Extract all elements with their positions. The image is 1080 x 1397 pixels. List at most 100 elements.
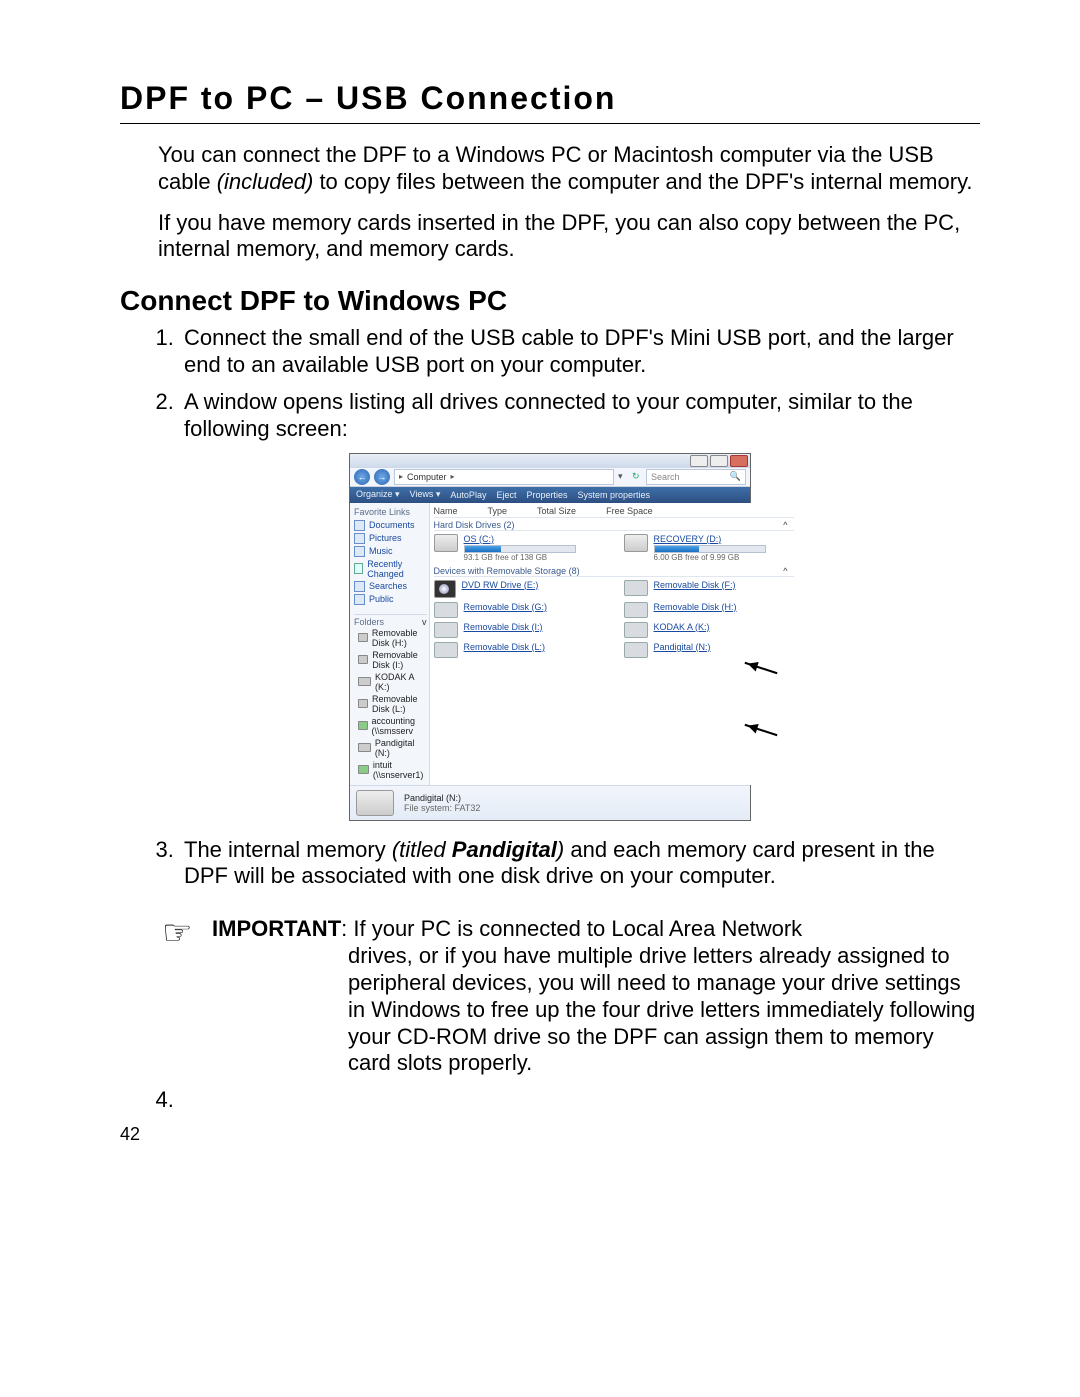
status-bar: Pandigital (N:) File system: FAT32: [350, 785, 750, 820]
folder-item[interactable]: Removable Disk (L:): [354, 694, 427, 714]
drive-os-c[interactable]: OS (C:) 93.1 GB free of 138 GB: [434, 532, 604, 564]
important-label: IMPORTANT: [212, 916, 341, 941]
intro1b: (included): [217, 169, 314, 194]
recent-icon: [354, 563, 363, 574]
removable-icon: [624, 580, 648, 596]
folder-item[interactable]: intuit (\\snserver1): [354, 760, 427, 780]
drive-icon: [358, 633, 368, 642]
drive-removable-h[interactable]: Removable Disk (H:): [624, 600, 794, 620]
toolbar-autoplay[interactable]: AutoPlay: [450, 490, 486, 500]
toolbar-views[interactable]: Views ▾: [410, 489, 441, 500]
page-number: 42: [120, 1124, 980, 1145]
sidebar-searches[interactable]: Searches: [354, 581, 427, 592]
drive-dvd-e[interactable]: DVD RW Drive (E:): [434, 578, 604, 600]
drive-icon: [358, 699, 368, 708]
hdd-icon: [624, 534, 648, 552]
folders-caret-icon[interactable]: v: [422, 617, 427, 627]
sidebar-music[interactable]: Music: [354, 546, 427, 557]
public-icon: [354, 594, 365, 605]
forward-button[interactable]: →: [374, 469, 390, 485]
steps-list-cont: The internal memory (titled Pandigital) …: [180, 837, 980, 891]
folder-item[interactable]: accounting (\\smsserv: [354, 716, 427, 736]
explorer-window: ← → ▸ Computer ▸ ▾ ↻ Search 🔍 Organize ▾…: [349, 453, 751, 821]
folder-item[interactable]: Pandigital (N:): [354, 738, 427, 758]
removable-icon: [624, 622, 648, 638]
sidebar-documents[interactable]: Documents: [354, 520, 427, 531]
collapse-icon[interactable]: ^: [783, 566, 787, 576]
step-1: Connect the small end of the USB cable t…: [180, 325, 980, 379]
status-name: Pandigital (N:): [404, 793, 480, 803]
minimize-button[interactable]: [690, 455, 708, 467]
intro-paragraph-2: If you have memory cards inserted in the…: [158, 210, 980, 264]
group-removable[interactable]: Devices with Removable Storage (8): [434, 566, 580, 576]
breadcrumb[interactable]: ▸ Computer ▸: [394, 469, 614, 485]
drive-recovery-d[interactable]: RECOVERY (D:) 6.00 GB free of 9.99 GB: [624, 532, 794, 564]
music-icon: [354, 546, 365, 557]
drive-kodak-k[interactable]: KODAK A (K:): [624, 620, 794, 640]
drive-icon: [358, 655, 368, 664]
drive-removable-l[interactable]: Removable Disk (L:): [434, 640, 604, 660]
intro1c: to copy files between the computer and t…: [313, 169, 972, 194]
step-4: [180, 1087, 980, 1114]
search-input[interactable]: Search 🔍: [646, 469, 746, 485]
important-note: ☞ IMPORTANT: If your PC is connected to …: [162, 916, 980, 1077]
steps-list: Connect the small end of the USB cable t…: [180, 325, 980, 442]
breadcrumb-sep: ▸: [451, 472, 455, 481]
pictures-icon: [354, 533, 365, 544]
content-pane: Name Type Total Size Free Space Hard Dis…: [430, 503, 798, 785]
toolbar-organize[interactable]: Organize ▾: [356, 489, 400, 500]
important-first-line: : If your PC is connected to Local Area …: [341, 916, 802, 941]
step-2: A window opens listing all drives connec…: [180, 389, 980, 443]
folder-item[interactable]: Removable Disk (I:): [354, 650, 427, 670]
removable-icon: [434, 642, 458, 658]
drive-removable-i[interactable]: Removable Disk (I:): [434, 620, 604, 640]
sidebar-recently-changed[interactable]: Recently Changed: [354, 559, 427, 579]
column-headers: Name Type Total Size Free Space: [434, 505, 794, 518]
sidebar-public[interactable]: Public: [354, 594, 427, 605]
folders-header: Folders: [354, 617, 384, 627]
drive-removable-f[interactable]: Removable Disk (F:): [624, 578, 794, 600]
toolbar-system[interactable]: System properties: [578, 490, 651, 500]
folder-item[interactable]: Removable Disk (H:): [354, 628, 427, 648]
arrow-annotation-icon: [744, 723, 777, 735]
collapse-icon[interactable]: ^: [783, 520, 787, 530]
arrow-annotation-icon: [744, 661, 777, 673]
removable-icon: [624, 642, 648, 658]
network-icon: [358, 721, 368, 730]
removable-icon: [434, 602, 458, 618]
search-icon: 🔍: [730, 471, 741, 482]
folder-item[interactable]: KODAK A (K:): [354, 672, 427, 692]
toolbar-eject[interactable]: Eject: [496, 490, 516, 500]
drive-icon: [356, 790, 394, 816]
breadcrumb-icon: ▸: [399, 472, 403, 481]
sidebar: Favorite Links Documents Pictures Music …: [350, 503, 430, 785]
back-button[interactable]: ←: [354, 469, 370, 485]
drive-icon: [358, 677, 371, 686]
group-hdd[interactable]: Hard Disk Drives (2): [434, 520, 515, 530]
subheading: Connect DPF to Windows PC: [120, 285, 980, 317]
searches-icon: [354, 581, 365, 592]
window-titlebar: [350, 454, 750, 468]
title-rule: [120, 123, 980, 124]
pointing-hand-icon: ☞: [162, 916, 202, 1077]
removable-icon: [434, 622, 458, 638]
favorite-links-header: Favorite Links: [354, 507, 427, 517]
hdd-icon: [434, 534, 458, 552]
sidebar-pictures[interactable]: Pictures: [354, 533, 427, 544]
maximize-button[interactable]: [710, 455, 728, 467]
steps-list-cont2: [180, 1087, 980, 1114]
removable-icon: [624, 602, 648, 618]
status-fs: File system: FAT32: [404, 803, 480, 813]
toolbar-properties[interactable]: Properties: [526, 490, 567, 500]
intro-paragraph-1: You can connect the DPF to a Windows PC …: [158, 142, 980, 196]
drive-icon: [358, 743, 371, 752]
network-icon: [358, 765, 369, 774]
close-button[interactable]: [730, 455, 748, 467]
drive-pandigital-n[interactable]: Pandigital (N:): [624, 640, 794, 660]
dvd-icon: [434, 580, 456, 598]
breadcrumb-computer: Computer: [407, 472, 447, 482]
important-rest: drives, or if you have multiple drive le…: [212, 943, 980, 1077]
drive-removable-g[interactable]: Removable Disk (G:): [434, 600, 604, 620]
search-placeholder: Search: [651, 472, 680, 482]
documents-icon: [354, 520, 365, 531]
